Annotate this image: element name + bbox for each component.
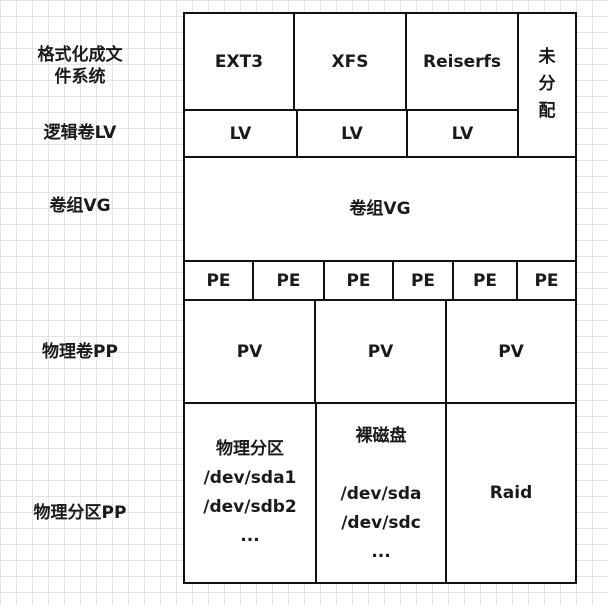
lv-label-1: LV	[229, 123, 252, 144]
pe-cell-5: PE	[452, 260, 518, 301]
pe-cell-4: PE	[392, 260, 454, 301]
unallocated-char-1: 未	[538, 47, 556, 67]
fs-reiserfs: Reiserfs	[405, 12, 519, 111]
lv-label-3: LV	[451, 123, 474, 144]
partition-raw-disk-text: 裸磁盘 /dev/sda /dev/sdc ...	[341, 422, 422, 567]
partition-raid-label: Raid	[489, 483, 533, 503]
pe-label-4: PE	[410, 270, 436, 291]
fs-reiserfs-label: Reiserfs	[423, 51, 501, 72]
label-format-line2: 件系统	[54, 67, 106, 87]
partition-raw-disk-title: 裸磁盘	[355, 426, 407, 446]
fs-xfs-label: XFS	[331, 51, 369, 72]
unallocated-char-2: 分	[538, 74, 556, 94]
label-physical-volume: 物理卷PP	[42, 342, 118, 362]
label-volume-group: 卷组VG	[49, 196, 111, 216]
volume-group: 卷组VG	[183, 156, 577, 262]
lv-label-2: LV	[341, 123, 363, 144]
pe-cell-2: PE	[252, 260, 325, 301]
pe-cell-3: PE	[323, 260, 394, 301]
pe-label-5: PE	[472, 270, 498, 291]
pv-label-2: PV	[367, 341, 394, 362]
unallocated-space: 未 分 配	[517, 12, 577, 158]
partition-physical-more: ...	[240, 526, 260, 546]
partition-physical-device-1: /dev/sda1	[203, 468, 297, 488]
fs-ext3-label: EXT3	[214, 51, 264, 72]
partition-raw-disk-more: ...	[371, 542, 391, 562]
pv-cell-1: PV	[183, 299, 316, 404]
fs-ext3: EXT3	[183, 12, 295, 111]
partition-raid: Raid	[445, 402, 577, 584]
label-physical-partition: 物理分区PP	[33, 503, 127, 523]
pe-label-2: PE	[276, 270, 301, 291]
partition-raw-disk-spacer	[341, 451, 422, 480]
pv-label-3: PV	[498, 341, 524, 362]
label-format-line1: 格式化成文	[37, 45, 123, 65]
partition-raw-disk-device-1: /dev/sda	[340, 484, 422, 504]
fs-xfs: XFS	[293, 12, 407, 111]
partition-physical-title: 物理分区	[215, 439, 284, 459]
partition-physical: 物理分区 /dev/sda1 /dev/sdb2 ...	[183, 402, 317, 584]
partition-raw-disk-device-2: /dev/sdc	[341, 513, 421, 533]
pv-cell-2: PV	[314, 299, 447, 404]
label-format-filesystem: 格式化成文 件系统	[0, 44, 160, 88]
lv-cell-3: LV	[406, 109, 519, 158]
partition-physical-device-2: /dev/sdb2	[203, 497, 297, 517]
pv-label-1: PV	[236, 341, 263, 362]
pv-cell-3: PV	[445, 299, 577, 404]
pe-label-1: PE	[206, 270, 231, 291]
label-logical-volume: 逻辑卷LV	[43, 123, 117, 143]
unallocated-char-3: 配	[538, 101, 556, 121]
pe-cell-1: PE	[183, 260, 254, 301]
lv-cell-1: LV	[183, 109, 298, 158]
lv-cell-2: LV	[296, 109, 408, 158]
pe-label-6: PE	[534, 270, 559, 291]
pe-cell-6: PE	[516, 260, 577, 301]
partition-physical-text: 物理分区 /dev/sda1 /dev/sdb2 ...	[203, 435, 296, 551]
pe-label-3: PE	[346, 270, 371, 291]
partition-raw-disk: 裸磁盘 /dev/sda /dev/sdc ...	[315, 402, 447, 584]
volume-group-label: 卷组VG	[349, 199, 411, 219]
